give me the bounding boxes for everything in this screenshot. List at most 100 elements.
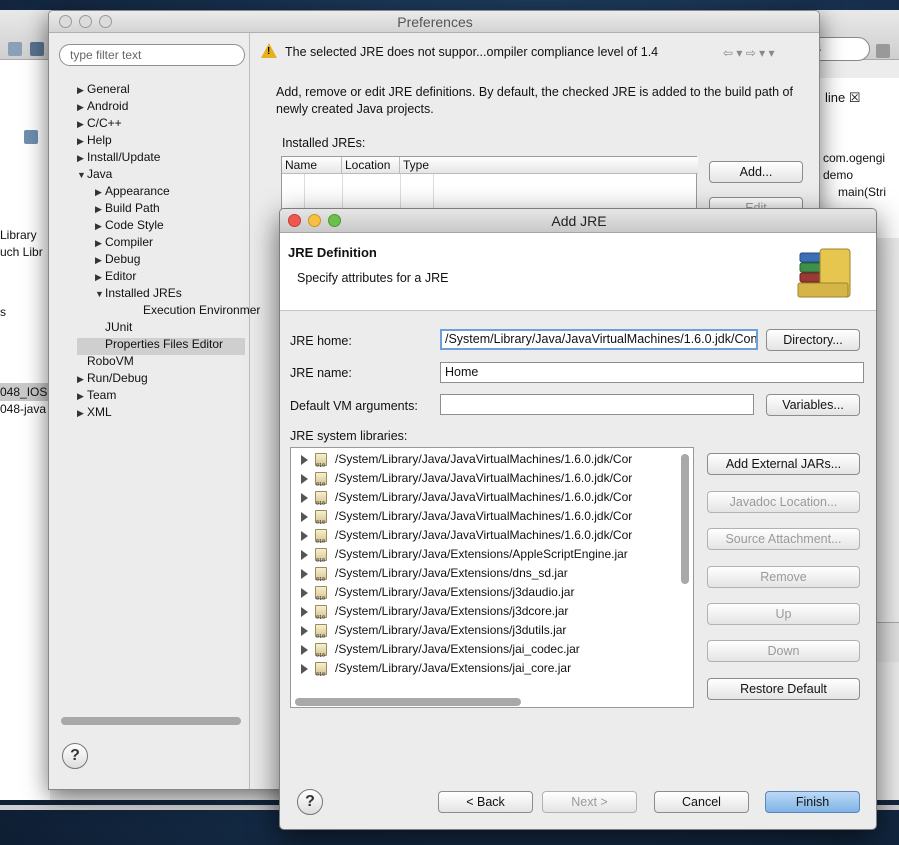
tree-item[interactable]: ▶ Run/Debug	[77, 370, 148, 387]
expand-arrow-icon[interactable]	[301, 455, 308, 465]
toolbar-icon[interactable]	[8, 42, 22, 56]
tree-item[interactable]: ▶ Code Style	[95, 217, 164, 234]
up-button[interactable]: Up	[707, 603, 860, 625]
tree-horizontal-scrollbar[interactable]	[61, 717, 241, 725]
explorer-item[interactable]: 048_IOS	[0, 385, 47, 399]
tree-item[interactable]: ▶ Help	[77, 132, 112, 149]
back-button[interactable]: < Back	[438, 791, 533, 813]
tree-item[interactable]: ▼Java	[77, 166, 112, 183]
tree-item[interactable]: Properties Files Editor	[95, 336, 223, 353]
tree-item[interactable]: ▶ Debug	[95, 251, 140, 268]
collapsed-arrow-icon[interactable]: ▶	[77, 388, 87, 405]
expand-arrow-icon[interactable]	[301, 664, 308, 674]
library-row[interactable]: /System/Library/Java/Extensions/jai_core…	[291, 659, 675, 685]
tree-item[interactable]: ▶ Team	[77, 387, 116, 404]
system-libraries-list[interactable]: /System/Library/Java/JavaVirtualMachines…	[290, 447, 694, 708]
libraries-horizontal-scrollbar[interactable]	[295, 698, 521, 706]
tree-item[interactable]: ▶ Compiler	[95, 234, 153, 251]
collapsed-arrow-icon[interactable]: ▶	[77, 116, 87, 133]
cancel-button[interactable]: Cancel	[654, 791, 749, 813]
next-button[interactable]: Next >	[542, 791, 637, 813]
expand-arrow-icon[interactable]	[301, 645, 308, 655]
expanded-arrow-icon[interactable]: ▼	[95, 286, 105, 303]
column-header-location[interactable]: Location	[342, 157, 400, 174]
expand-arrow-icon[interactable]	[301, 493, 308, 503]
collapsed-arrow-icon[interactable]: ▶	[77, 82, 87, 99]
outline-item[interactable]: main(Stri	[838, 185, 886, 199]
variables-button[interactable]: Variables...	[766, 394, 860, 416]
column-header-name[interactable]: Name	[282, 157, 342, 174]
restore-default-button[interactable]: Restore Default	[707, 678, 860, 700]
expand-arrow-icon[interactable]	[301, 607, 308, 617]
collapsed-arrow-icon[interactable]: ▶	[95, 218, 105, 235]
javadoc-location-button[interactable]: Javadoc Location...	[707, 491, 860, 513]
collapsed-arrow-icon[interactable]: ▶	[77, 99, 87, 116]
package-explorer-icon[interactable]	[24, 130, 38, 144]
tree-item[interactable]: ▶ XML	[77, 404, 112, 421]
library-row[interactable]: /System/Library/Java/Extensions/j3daudio…	[291, 583, 675, 609]
collapsed-arrow-icon[interactable]: ▶	[95, 201, 105, 218]
nav-arrows-icon[interactable]: ⇦ ▾ ⇨ ▾ ▾	[723, 46, 775, 60]
tree-item[interactable]: ▶ General	[77, 81, 130, 98]
jre-home-field[interactable]: /System/Library/Java/JavaVirtualMachines…	[440, 329, 758, 350]
vm-arguments-field[interactable]	[440, 394, 754, 415]
expand-arrow-icon[interactable]	[301, 626, 308, 636]
source-attachment-button[interactable]: Source Attachment...	[707, 528, 860, 550]
column-header-type[interactable]: Type	[400, 157, 698, 174]
expand-arrow-icon[interactable]	[301, 512, 308, 522]
outline-item[interactable]: com.ogengi	[823, 151, 885, 165]
library-row[interactable]: /System/Library/Java/JavaVirtualMachines…	[291, 507, 675, 533]
jre-name-field[interactable]: Home	[440, 362, 864, 383]
add-external-jars-button[interactable]: Add External JARs...	[707, 453, 860, 475]
expand-arrow-icon[interactable]	[301, 531, 308, 541]
collapsed-arrow-icon[interactable]: ▶	[77, 133, 87, 150]
toolbar-icon[interactable]	[30, 42, 44, 56]
library-row[interactable]: /System/Library/Java/Extensions/AppleScr…	[291, 545, 675, 571]
outline-title[interactable]: line ☒	[825, 90, 861, 106]
collapsed-arrow-icon[interactable]: ▶	[95, 184, 105, 201]
down-button[interactable]: Down	[707, 640, 860, 662]
library-row[interactable]: /System/Library/Java/Extensions/jai_code…	[291, 640, 675, 666]
library-row[interactable]: /System/Library/Java/JavaVirtualMachines…	[291, 469, 675, 495]
tree-item[interactable]: Execution Environmer	[113, 302, 260, 319]
collapsed-arrow-icon[interactable]: ▶	[77, 150, 87, 167]
remove-button[interactable]: Remove	[707, 566, 860, 588]
explorer-item[interactable]: uch Libr	[0, 245, 43, 259]
expand-arrow-icon[interactable]	[301, 569, 308, 579]
tree-item[interactable]: ▶ Appearance	[95, 183, 170, 200]
directory-button[interactable]: Directory...	[766, 329, 860, 351]
library-row[interactable]: /System/Library/Java/Extensions/j3dcore.…	[291, 602, 675, 628]
expand-arrow-icon[interactable]	[301, 474, 308, 484]
finish-button[interactable]: Finish	[765, 791, 860, 813]
tree-item[interactable]: JUnit	[95, 319, 132, 336]
library-row[interactable]: /System/Library/Java/JavaVirtualMachines…	[291, 488, 675, 514]
tree-item[interactable]: ▶ Editor	[95, 268, 136, 285]
tree-item[interactable]: RoboVM	[77, 353, 134, 370]
filter-input[interactable]: type filter text	[59, 44, 245, 66]
libraries-vertical-scrollbar[interactable]	[681, 454, 689, 584]
tree-item[interactable]: ▶ Android	[77, 98, 128, 115]
library-row[interactable]: /System/Library/Java/Extensions/j3dutils…	[291, 621, 675, 647]
expand-arrow-icon[interactable]	[301, 588, 308, 598]
tree-item[interactable]: ▶ Install/Update	[77, 149, 160, 166]
tree-item[interactable]: ▶ Build Path	[95, 200, 160, 217]
library-row[interactable]: /System/Library/Java/JavaVirtualMachines…	[291, 526, 675, 552]
toolbar-icon[interactable]	[876, 44, 890, 58]
collapsed-arrow-icon[interactable]: ▶	[95, 269, 105, 286]
explorer-item[interactable]: Library	[0, 228, 37, 242]
help-icon[interactable]: ?	[297, 789, 323, 815]
explorer-item[interactable]: 048-java	[0, 402, 46, 416]
collapsed-arrow-icon[interactable]: ▶	[77, 405, 87, 422]
expanded-arrow-icon[interactable]: ▼	[77, 167, 87, 184]
pane-divider[interactable]	[249, 33, 250, 789]
tree-item[interactable]: ▶ C/C++	[77, 115, 122, 132]
outline-item[interactable]: demo	[823, 168, 853, 182]
library-row[interactable]: /System/Library/Java/JavaVirtualMachines…	[291, 450, 675, 476]
tree-item[interactable]: ▼Installed JREs	[95, 285, 182, 302]
expand-arrow-icon[interactable]	[301, 550, 308, 560]
collapsed-arrow-icon[interactable]: ▶	[95, 235, 105, 252]
add-jre-button[interactable]: Add...	[709, 161, 803, 183]
collapsed-arrow-icon[interactable]: ▶	[95, 252, 105, 269]
collapsed-arrow-icon[interactable]: ▶	[77, 371, 87, 388]
help-icon[interactable]: ?	[62, 743, 88, 769]
